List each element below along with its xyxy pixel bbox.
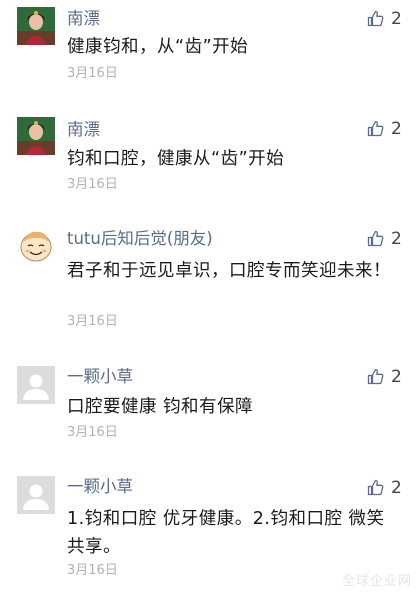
like-button[interactable]: 2: [367, 477, 407, 499]
comment-date: 3月16日: [67, 66, 118, 81]
comment-date: 3月16日: [67, 314, 118, 329]
like-count: 2: [391, 367, 402, 387]
comment-item: 一颗小草 2 口腔要健康 钧和有保障 3月16日: [0, 357, 418, 462]
like-count: 2: [391, 229, 402, 249]
like-button[interactable]: 2: [367, 366, 407, 388]
like-count: 2: [391, 478, 402, 498]
comment-date: 3月16日: [67, 177, 118, 192]
comment-author[interactable]: 南漂: [67, 120, 100, 140]
thumbs-up-icon: [367, 10, 384, 27]
thumbs-up-icon: [367, 120, 384, 137]
comment-item: 南漂 2 健康钧和，从“齿”开始 3月16日: [0, 0, 418, 100]
like-count: 2: [391, 9, 402, 29]
comment-date: 3月16日: [67, 563, 118, 578]
comment-item: 南漂 2 钧和口腔，健康从“齿”开始 3月16日: [0, 110, 418, 210]
avatar[interactable]: [17, 227, 55, 265]
comment-author[interactable]: 一颗小草: [67, 367, 133, 387]
comment-author[interactable]: 一颗小草: [67, 477, 133, 497]
thumbs-up-icon: [367, 230, 384, 247]
avatar[interactable]: [17, 7, 55, 45]
avatar[interactable]: [17, 366, 55, 404]
like-button[interactable]: 2: [367, 118, 407, 140]
like-button[interactable]: 2: [367, 228, 407, 250]
like-button[interactable]: 2: [367, 8, 407, 30]
thumbs-up-icon: [367, 479, 384, 496]
comment-text: 君子和于远见卓识，口腔专而笑迎未来！: [67, 261, 391, 281]
avatar[interactable]: [17, 117, 55, 155]
thumbs-up-icon: [367, 368, 384, 385]
comment-date: 3月16日: [67, 425, 118, 440]
watermark-text: 全球企业网: [341, 574, 412, 589]
comment-author[interactable]: tutu后知后觉(朋友): [67, 229, 213, 249]
comment-text: 口腔要健康 钧和有保障: [67, 397, 254, 417]
comment-text: 钧和口腔，健康从“齿”开始: [67, 149, 285, 169]
comment-text: 1.钧和口腔 优牙健康。2.钧和口腔 微笑共享。: [67, 509, 385, 557]
like-count: 2: [391, 119, 402, 139]
comment-text: 健康钧和，从“齿”开始: [67, 37, 249, 57]
avatar[interactable]: [17, 476, 55, 514]
comment-item: tutu后知后觉(朋友) 2 君子和于远见卓识，口腔专而笑迎未来！ 3月16日: [0, 221, 418, 351]
comment-author[interactable]: 南漂: [67, 9, 100, 29]
